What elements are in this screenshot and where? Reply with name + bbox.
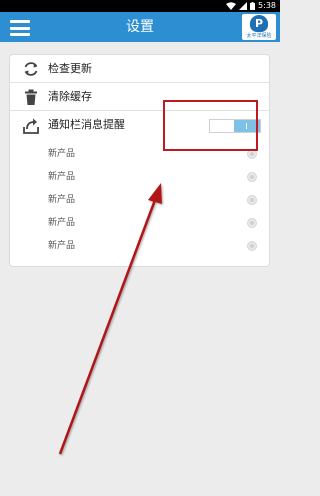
annotation-arrow bbox=[58, 183, 162, 455]
